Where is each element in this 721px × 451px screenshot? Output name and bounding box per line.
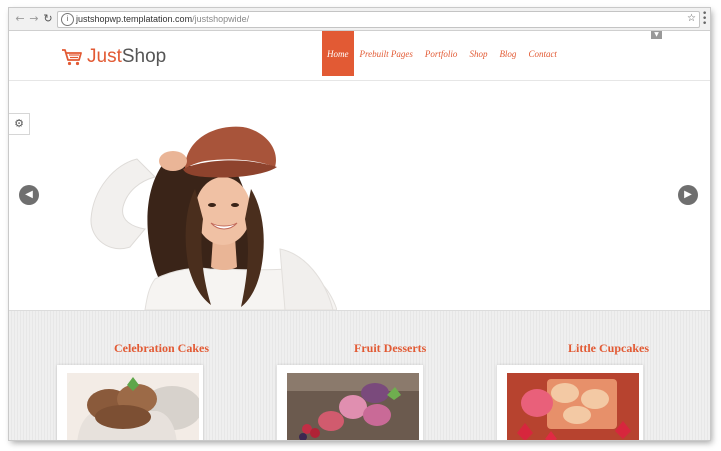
chevron-left-icon: ◀ — [25, 189, 33, 200]
gear-icon[interactable]: ⚙ — [9, 113, 30, 135]
category-title-fruit-desserts[interactable]: Fruit Desserts — [354, 341, 426, 356]
chevron-down-icon[interactable]: ▼ — [651, 31, 662, 39]
bookmark-star-icon[interactable]: ☆ — [687, 12, 696, 26]
page-info-icon[interactable]: i — [61, 13, 74, 26]
category-card-fruit-desserts[interactable] — [277, 365, 423, 440]
url-path: /justshopwide/ — [192, 14, 250, 24]
slider-next-button[interactable]: ▶ — [678, 185, 698, 205]
site-header: Just Shop Home Prebuilt Pages Portfolio S… — [9, 31, 710, 81]
chevron-right-icon: ▶ — [684, 189, 692, 200]
forward-icon[interactable]: → — [27, 12, 41, 26]
nav-item-contact[interactable]: Contact — [522, 31, 563, 76]
category-title-little-cupcakes[interactable]: Little Cupcakes — [568, 341, 649, 356]
logo-text-just: Just — [87, 46, 122, 67]
category-card-little-cupcakes[interactable] — [497, 365, 643, 440]
strawberry-tarts-image — [507, 373, 639, 440]
url-text: justshopwp.templatation.com/justshopwide… — [76, 13, 249, 26]
nav-item-blog[interactable]: Blog — [493, 31, 522, 76]
shopping-cart-icon — [62, 49, 82, 66]
logo-text-shop: Shop — [121, 46, 167, 67]
ice-cream-image — [67, 373, 199, 440]
category-card-celebration-cakes[interactable] — [57, 365, 203, 440]
browser-window: ← → ↻ i justshopwp.templatation.com/just… — [9, 8, 710, 440]
hero-image — [90, 126, 337, 310]
slider-prev-button[interactable]: ◀ — [19, 185, 39, 205]
browser-toolbar: ← → ↻ i justshopwp.templatation.com/just… — [9, 8, 710, 31]
macarons-image — [287, 373, 419, 440]
category-title-celebration-cakes[interactable]: Celebration Cakes — [114, 341, 209, 356]
nav-item-home[interactable]: Home — [322, 31, 354, 76]
browser-menu-icon[interactable]: • • • — [702, 10, 708, 29]
hero-slider: ⚙ ◀ ▶ — [9, 81, 710, 311]
main-nav: Home Prebuilt Pages Portfolio Shop Blog … — [322, 31, 563, 76]
nav-item-portfolio[interactable]: Portfolio — [419, 31, 464, 76]
back-icon[interactable]: ← — [13, 12, 27, 26]
category-section: Celebration Cakes Fruit Desserts Little … — [9, 311, 710, 440]
url-host: justshopwp.templatation.com — [76, 14, 193, 24]
address-bar[interactable]: i justshopwp.templatation.com/justshopwi… — [57, 11, 700, 28]
nav-item-shop[interactable]: Shop — [463, 31, 493, 76]
nav-item-prebuilt-pages[interactable]: Prebuilt Pages — [354, 31, 419, 76]
reload-icon[interactable]: ↻ — [41, 12, 55, 26]
site-logo[interactable]: Just Shop — [61, 46, 166, 68]
